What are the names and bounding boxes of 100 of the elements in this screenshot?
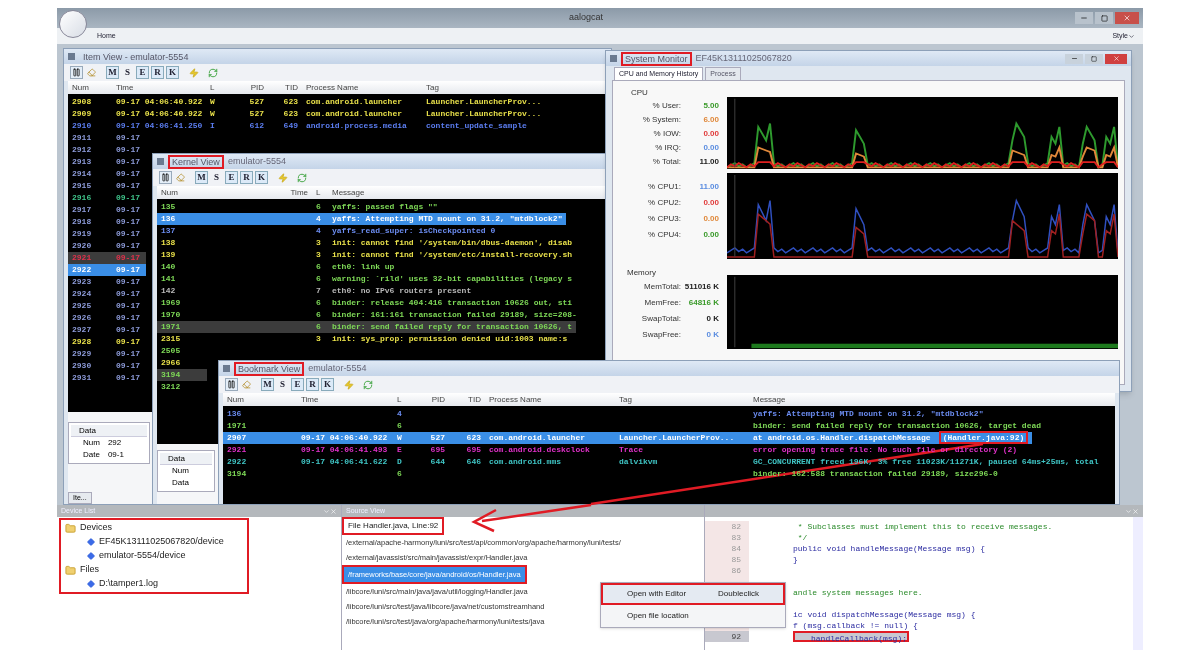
column-header[interactable]: Message [328,186,606,199]
filter-toggle[interactable]: K [255,171,268,184]
filter-toggle[interactable]: M [106,66,119,79]
column-header[interactable]: Num [157,186,272,199]
column-header[interactable]: Message [749,393,1109,406]
column-header[interactable]: L [393,393,413,406]
maximize-button[interactable] [1095,12,1113,24]
log-row[interactable]: 136 4 yaffs: Attempting MTD mount on 31.2, "mtdblock2" [223,408,988,420]
log-row[interactable]: 2912 09-17 [68,144,146,156]
log-row[interactable]: 1970 6 binder: 161:161 transaction failed 29189, size=208- [157,309,581,321]
panel-menu-icon[interactable] [323,507,330,515]
close-button[interactable] [1115,12,1139,24]
log-row[interactable]: 1969 6 binder: release 404:416 transaction 10626 out, sti [157,297,577,309]
filter-toggle[interactable]: E [291,378,304,391]
column-header[interactable]: Num [223,393,297,406]
log-row[interactable]: 142 7 eth0: no IPv6 routers present [157,285,476,297]
log-row[interactable]: 135 6 yaffs: passed flags "" [157,201,442,213]
column-header[interactable]: PID [228,81,268,94]
minimize-button[interactable] [1065,53,1083,64]
log-row[interactable]: 2917 09-17 [68,204,146,216]
log-row[interactable]: 141 6 warning: `rild' uses 32-bit capabilities (legacy s [157,273,577,285]
filter-toggle[interactable]: E [136,66,149,79]
log-cell[interactable]: 2966 [157,357,207,369]
refresh-button[interactable] [295,171,308,184]
log-row[interactable]: 2915 09-17 [68,180,146,192]
menu-item[interactable]: Open with Editor Doubleclick [601,583,785,605]
flash-button[interactable] [276,171,289,184]
log-row[interactable]: 2909 09-17 04:06:40.922 W 527 623 com.android.launcher Launcher.LauncherProv... [68,108,552,120]
log-row[interactable]: 2925 09-17 [68,300,146,312]
log-row[interactable]: 2923 09-17 [68,276,146,288]
log-row[interactable]: 140 6 eth0: link up [157,261,399,273]
log-row[interactable]: 2910 09-17 04:06:41.250 I 612 649 android.process.media content_update_sample [68,120,552,132]
log-row[interactable]: 1971 6 binder: send failed reply for transaction 10626, target dead [223,420,1046,432]
filter-toggle[interactable]: M [261,378,274,391]
refresh-button[interactable] [361,378,374,391]
log-row[interactable]: 2931 09-17 [68,372,146,384]
filter-toggle[interactable]: S [210,171,223,184]
column-header[interactable]: Process Name [485,393,615,406]
filter-toggle[interactable]: M [195,171,208,184]
column-header[interactable]: Tag [422,81,552,94]
panel-menu-icon[interactable] [1125,507,1132,515]
filter-toggle[interactable]: R [151,66,164,79]
column-header[interactable]: Process Name [302,81,422,94]
refresh-button[interactable] [206,66,219,79]
clear-button[interactable] [174,171,187,184]
log-row[interactable]: 139 3 init: cannot find '/system/etc/install-recovery.sh [157,249,577,261]
log-row[interactable]: 2926 09-17 [68,312,146,324]
column-header[interactable]: Time [272,186,312,199]
filter-toggle[interactable]: K [166,66,179,79]
log-row[interactable]: 2919 09-17 [68,228,146,240]
log-row[interactable]: 2929 09-17 [68,348,146,360]
log-row[interactable]: 2918 09-17 [68,216,146,228]
filter-toggle[interactable]: R [306,378,319,391]
column-header[interactable]: L [206,81,228,94]
clear-button[interactable] [240,378,253,391]
filter-toggle[interactable]: R [240,171,253,184]
tree-item[interactable]: emulator-5554/device [87,549,243,563]
log-row[interactable]: 2908 09-17 04:06:40.922 W 527 623 com.android.launcher Launcher.LauncherProv... [68,96,552,108]
log-row[interactable]: 2930 09-17 [68,360,146,372]
column-header[interactable]: Num [68,81,112,94]
filter-toggle[interactable]: K [321,378,334,391]
log-row[interactable]: 2924 09-17 [68,288,146,300]
pause-button[interactable] [225,378,238,391]
tree-item[interactable]: Files [65,563,243,577]
log-row[interactable]: 1971 6 binder: send failed reply for transaction 10626, t [157,321,577,333]
column-header[interactable]: TID [268,81,302,94]
column-header[interactable]: Time [297,393,393,406]
log-row[interactable]: 138 3 init: cannot find '/system/bin/dbus-daemon', disab [157,237,577,249]
tree-item[interactable]: Devices [65,521,243,535]
pause-button[interactable] [70,66,83,79]
minimize-button[interactable] [1075,12,1093,24]
log-cell[interactable]: 3194 [157,369,207,381]
flash-button[interactable] [187,66,200,79]
column-header[interactable]: Time [112,81,206,94]
log-row[interactable]: 2911 09-17 [68,132,146,144]
log-row[interactable]: 2920 09-17 [68,240,146,252]
close-icon[interactable] [330,507,337,515]
pause-button[interactable] [159,171,172,184]
column-header[interactable]: Tag [615,393,749,406]
filter-toggle[interactable]: S [276,378,289,391]
menu-item[interactable]: Open file location [601,605,785,627]
column-header[interactable]: L [312,186,328,199]
close-icon[interactable] [1132,507,1139,515]
log-row[interactable]: 3194 6 binder: 162:588 transaction failed 29189, size296-0 [223,468,1002,480]
log-cell[interactable]: 3212 [157,381,207,393]
log-row[interactable]: 2914 09-17 [68,168,146,180]
log-row[interactable]: 2913 09-17 [68,156,146,168]
tree-item[interactable]: EF45K13111025067820/device [87,535,243,549]
column-header[interactable]: PID [413,393,449,406]
log-row[interactable]: 137 4 yaffs_read_super: isCheckpointed 0 [157,225,500,237]
log-row[interactable]: 2927 09-17 [68,324,146,336]
clear-button[interactable] [85,66,98,79]
filter-toggle[interactable]: E [225,171,238,184]
close-button[interactable] [1105,53,1127,64]
log-cell[interactable]: 2505 [157,345,207,357]
scrollbar[interactable] [1133,517,1143,650]
maximize-button[interactable] [1085,53,1103,64]
column-header[interactable]: TID [449,393,485,406]
log-row[interactable]: 2928 09-17 [68,336,146,348]
flash-button[interactable] [342,378,355,391]
